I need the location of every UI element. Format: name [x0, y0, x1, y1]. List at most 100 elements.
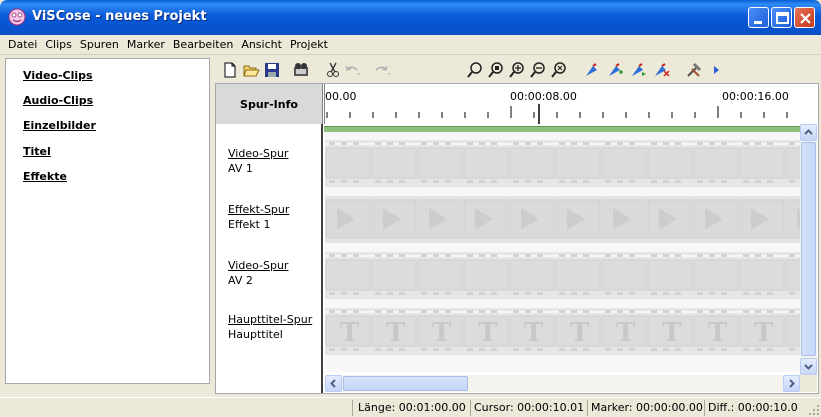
track-label-effect-1[interactable]: Effekt-Spur Effekt 1	[228, 202, 289, 232]
horizontal-scrollbar[interactable]	[325, 375, 800, 392]
track-name[interactable]: Video-Spur	[228, 258, 288, 273]
toolbar	[215, 58, 817, 82]
menu-bearbeiten[interactable]: Bearbeiten	[169, 35, 237, 55]
track-sub: Haupttitel	[228, 328, 283, 341]
horizontal-scroll-thumb[interactable]	[343, 376, 468, 391]
marker-add-icon	[609, 63, 623, 76]
play-icon	[714, 66, 719, 74]
track-label-column: Video-Spur AV 1 Effekt-Spur Effekt 1 Vid…	[216, 124, 323, 393]
zoom-fit-button[interactable]	[487, 61, 505, 79]
maximize-button[interactable]	[771, 7, 792, 28]
ruler-label-mid: 00:00:08.00	[510, 90, 577, 103]
title-glyph: T	[570, 318, 590, 348]
cut-button[interactable]	[324, 61, 342, 79]
close-icon	[800, 13, 811, 24]
effect-track-pattern	[325, 196, 800, 243]
track-label-video-2[interactable]: Video-Spur AV 2	[228, 258, 288, 288]
effect-track-1[interactable]	[325, 196, 800, 243]
redo-button[interactable]	[373, 61, 391, 79]
tools-icon	[687, 62, 702, 77]
render-button[interactable]	[292, 61, 310, 79]
chevron-up-icon	[804, 129, 813, 135]
app-icon	[8, 8, 26, 26]
scroll-down-button[interactable]	[800, 358, 817, 375]
scroll-right-button[interactable]	[783, 375, 800, 392]
zoom-button[interactable]	[466, 61, 484, 79]
vertical-scrollbar[interactable]	[800, 124, 817, 376]
category-titel[interactable]: Titel	[23, 145, 51, 158]
track-name[interactable]: Haupttitel-Spur	[228, 312, 312, 327]
time-ruler[interactable]: 00.00 00:00:08.00 00:00:16.00	[324, 84, 818, 124]
status-diff: Diff.: 00:00:10.0	[708, 401, 798, 414]
track-info-header: Spur-Info	[216, 84, 323, 124]
timeline-panel: Spur-Info 00.00 00:00:08.00 00:00:16.00 …	[215, 83, 819, 394]
scroll-up-button[interactable]	[800, 124, 817, 141]
tools-button[interactable]	[685, 61, 703, 79]
status-separator	[352, 400, 353, 416]
open-button[interactable]	[242, 61, 260, 79]
zoom-all-icon	[551, 62, 566, 78]
track-label-title[interactable]: Haupttitel-Spur Haupttitel	[228, 312, 312, 342]
status-cursor: Cursor: 00:00:10.01	[474, 401, 585, 414]
title-glyph: T	[478, 318, 498, 348]
category-einzelbilder[interactable]: Einzelbilder	[23, 119, 96, 132]
category-audio-clips[interactable]: Audio-Clips	[23, 94, 93, 107]
menu-bar: Datei Clips Spuren Marker Bearbeiten Ans…	[0, 35, 821, 55]
title-glyph: T	[754, 318, 774, 348]
zoom-in-button[interactable]	[508, 61, 526, 79]
zoom-all-button[interactable]	[550, 61, 568, 79]
menu-ansicht[interactable]: Ansicht	[237, 35, 286, 55]
marker-next-button[interactable]	[629, 61, 647, 79]
undo-button[interactable]	[343, 61, 361, 79]
chevron-right-icon	[789, 379, 795, 388]
category-video-clips[interactable]: Video-Clips	[23, 69, 93, 82]
menu-projekt[interactable]: Projekt	[286, 35, 332, 55]
zoom-fit-icon	[488, 62, 503, 78]
tracks-area[interactable]: TTTTTTTTTTT	[325, 132, 800, 372]
vertical-scroll-thumb[interactable]	[801, 142, 816, 356]
zoom-out-button[interactable]	[529, 61, 547, 79]
save-icon	[265, 63, 279, 77]
status-separator	[470, 400, 471, 416]
title-glyph: T	[708, 318, 728, 348]
video-track-av2[interactable]	[325, 252, 800, 299]
play-button[interactable]	[707, 61, 725, 79]
track-label-video-1[interactable]: Video-Spur AV 1	[228, 146, 288, 176]
menu-marker[interactable]: Marker	[123, 35, 169, 55]
track-name[interactable]: Effekt-Spur	[228, 202, 289, 217]
clip-category-panel: Video-Clips Audio-Clips Einzelbilder Tit…	[5, 58, 210, 384]
title-track-pattern: TTTTTTTTTTT	[325, 308, 800, 355]
zoom-icon	[467, 62, 482, 78]
menu-spuren[interactable]: Spuren	[76, 35, 123, 55]
zoom-in-icon	[509, 62, 524, 78]
undo-icon	[345, 65, 360, 75]
title-bar[interactable]: ViSCose - neues Projekt	[0, 0, 821, 35]
title-track[interactable]: TTTTTTTTTTT	[325, 308, 800, 355]
window-title: ViSCose - neues Projekt	[32, 9, 207, 24]
save-button[interactable]	[263, 61, 281, 79]
chevron-down-icon	[804, 364, 813, 370]
track-name[interactable]: Video-Spur	[228, 146, 288, 161]
scrollbar-corner	[800, 375, 817, 392]
minimize-button[interactable]	[748, 7, 769, 28]
category-effekte[interactable]: Effekte	[23, 170, 67, 183]
menu-clips[interactable]: Clips	[41, 35, 76, 55]
new-file-icon	[224, 62, 236, 78]
render-video-icon	[294, 63, 308, 76]
title-glyph: T	[662, 318, 682, 348]
marker-button[interactable]	[583, 61, 601, 79]
video-track-av1[interactable]	[325, 140, 800, 187]
resize-grip-icon[interactable]	[808, 404, 820, 416]
marker-add-button[interactable]	[606, 61, 624, 79]
zoom-out-icon	[530, 62, 545, 78]
marker-delete-button[interactable]	[652, 61, 670, 79]
title-glyph: T	[340, 318, 360, 348]
close-button[interactable]	[794, 7, 815, 28]
menu-datei[interactable]: Datei	[4, 35, 41, 55]
scroll-left-button[interactable]	[325, 375, 342, 392]
open-folder-icon	[243, 65, 260, 77]
maximize-icon	[776, 12, 789, 24]
new-file-button[interactable]	[221, 61, 239, 79]
ruler-label-end: 00:00:16.00	[722, 90, 789, 103]
status-marker: Marker: 00:00:00.00	[591, 401, 703, 414]
